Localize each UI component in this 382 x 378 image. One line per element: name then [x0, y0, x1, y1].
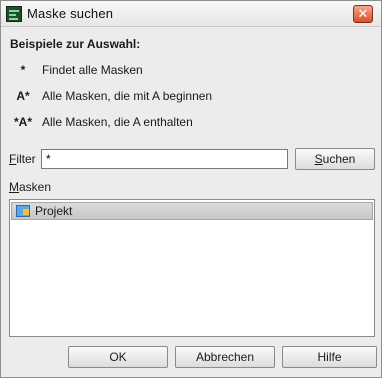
example-pattern: * [20, 63, 26, 77]
examples-heading: Beispiele zur Auswahl: [10, 37, 141, 51]
help-button[interactable]: Hilfe [282, 346, 377, 368]
masks-label-text: asken [19, 180, 52, 194]
folder-icon [16, 205, 30, 217]
filter-label-text: ilter [16, 152, 36, 166]
masks-label: Masken [9, 180, 51, 194]
list-item[interactable]: Projekt [11, 202, 373, 220]
filter-label: Filter [9, 152, 36, 166]
search-mnemonic: S [314, 152, 323, 166]
cancel-button[interactable]: Abbrechen [175, 346, 275, 368]
example-description: Alle Masken, die A enthalten [42, 115, 193, 129]
example-description: Findet alle Masken [42, 63, 143, 77]
example-description: Alle Masken, die mit A beginnen [42, 89, 213, 103]
close-button[interactable]: ✕ [353, 5, 373, 23]
search-mask-dialog: Maske suchen ✕ Beispiele zur Auswahl: * … [0, 0, 382, 378]
search-button-label: uchen [322, 152, 356, 166]
app-icon [6, 6, 22, 22]
masks-mnemonic: M [9, 180, 19, 194]
search-button[interactable]: Suchen [295, 148, 375, 170]
list-item-label: Projekt [35, 204, 73, 218]
filter-input[interactable] [41, 149, 288, 169]
title-bar[interactable]: Maske suchen ✕ [1, 1, 381, 27]
window-title: Maske suchen [27, 6, 114, 21]
example-pattern: *A* [13, 115, 32, 129]
ok-button[interactable]: OK [68, 346, 168, 368]
masks-list[interactable]: Projekt [9, 199, 375, 337]
example-pattern: A* [16, 89, 30, 103]
